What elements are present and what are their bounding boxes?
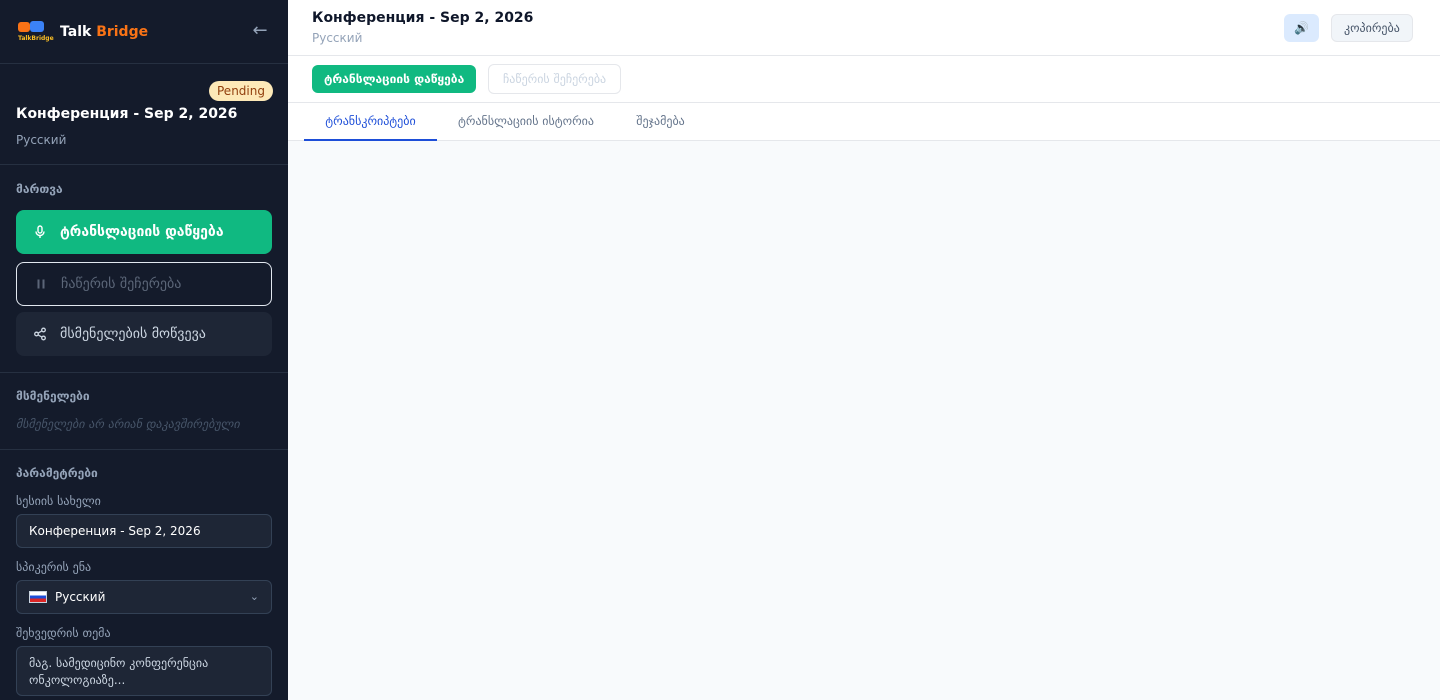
pause-recording-button[interactable]: ჩაწერის შეჩერება: [488, 64, 622, 94]
listeners-empty-text: მსმენელები არ არიან დაკავშირებული: [16, 417, 240, 431]
pause-recording-label: ჩაწერის შეჩერება: [61, 276, 182, 292]
top-bar: Конференция - Sep 2, 2026 Русский 🔊 კოპი…: [288, 0, 1440, 56]
meeting-topic-placeholder: მაგ. სამედიცინო კონფერენცია ონკოლოგიაზე.…: [29, 656, 209, 687]
start-translation-button[interactable]: ტრანსლაციის დაწყება: [16, 210, 272, 254]
invite-listeners-button[interactable]: მსმენელების მოწვევა: [16, 312, 272, 356]
tab-summary[interactable]: შეჯამება: [633, 103, 688, 141]
tab-bar: ტრანსკრიპტები ტრანსლაციის ისტორია შეჯამე…: [288, 103, 1440, 141]
controls-section-label: მართვა: [16, 182, 63, 196]
page-language: Русский: [312, 31, 363, 45]
speaker-icon: 🔊: [1294, 21, 1309, 35]
status-badge: Pending: [209, 81, 273, 101]
pause-icon: [33, 276, 49, 292]
speaker-button[interactable]: 🔊: [1284, 14, 1319, 42]
russia-flag-icon: [29, 591, 47, 603]
talkbridge-logo-icon: TalkBridge: [16, 18, 54, 46]
meeting-topic-label: შეხვედრის თემა: [16, 626, 111, 640]
session-title: Конференция - Sep 2, 2026: [16, 106, 238, 122]
divider: [0, 164, 288, 165]
invite-listeners-label: მსმენელების მოწვევა: [60, 326, 206, 342]
arrow-left-icon[interactable]: ←: [250, 21, 270, 41]
main-panel: Конференция - Sep 2, 2026 Русский 🔊 კოპი…: [288, 0, 1440, 700]
brand-name: Talk Bridge: [60, 24, 148, 40]
meeting-topic-textarea[interactable]: მაგ. სამედიცინო კონფერენცია ონკოლოგიაზე.…: [16, 646, 272, 696]
sidebar-header: TalkBridge Talk Bridge: [0, 0, 288, 64]
session-name-label: სესიის სახელი: [16, 494, 101, 508]
listeners-section-label: მსმენელები: [16, 389, 90, 403]
speaker-language-label: სპიკერის ენა: [16, 560, 92, 574]
copy-button[interactable]: კოპირება: [1331, 14, 1413, 42]
speaker-language-select[interactable]: Русский ⌄: [16, 580, 272, 614]
brand-word-2: Bridge: [96, 23, 149, 40]
chevron-down-icon: ⌄: [249, 590, 259, 603]
share-icon: [32, 326, 48, 342]
session-name-value: Конференция - Sep 2, 2026: [29, 524, 201, 538]
tab-translation-history[interactable]: ტრანსლაციის ისტორია: [452, 103, 600, 141]
microphone-icon: [32, 224, 48, 240]
start-translation-label: ტრანსლაციის დაწყება: [60, 224, 224, 240]
page-title: Конференция - Sep 2, 2026: [312, 10, 534, 26]
start-translation-button[interactable]: ტრანსლაციის დაწყება: [312, 65, 477, 93]
tab-transcripts[interactable]: ტრანსკრიპტები: [304, 103, 437, 141]
divider: [0, 372, 288, 373]
divider: [0, 449, 288, 450]
sidebar: TalkBridge Talk Bridge ← Pending Конфере…: [0, 0, 288, 700]
speaker-language-value: Русский: [55, 590, 106, 604]
pause-recording-button[interactable]: ჩაწერის შეჩერება: [16, 262, 272, 306]
params-section-label: პარამეტრები: [16, 466, 98, 480]
session-language: Русский: [16, 133, 67, 147]
brand-word-1: Talk: [60, 23, 92, 40]
session-name-input[interactable]: Конференция - Sep 2, 2026: [16, 514, 272, 548]
action-bar: ტრანსლაციის დაწყება ჩაწერის შეჩერება: [288, 56, 1440, 103]
